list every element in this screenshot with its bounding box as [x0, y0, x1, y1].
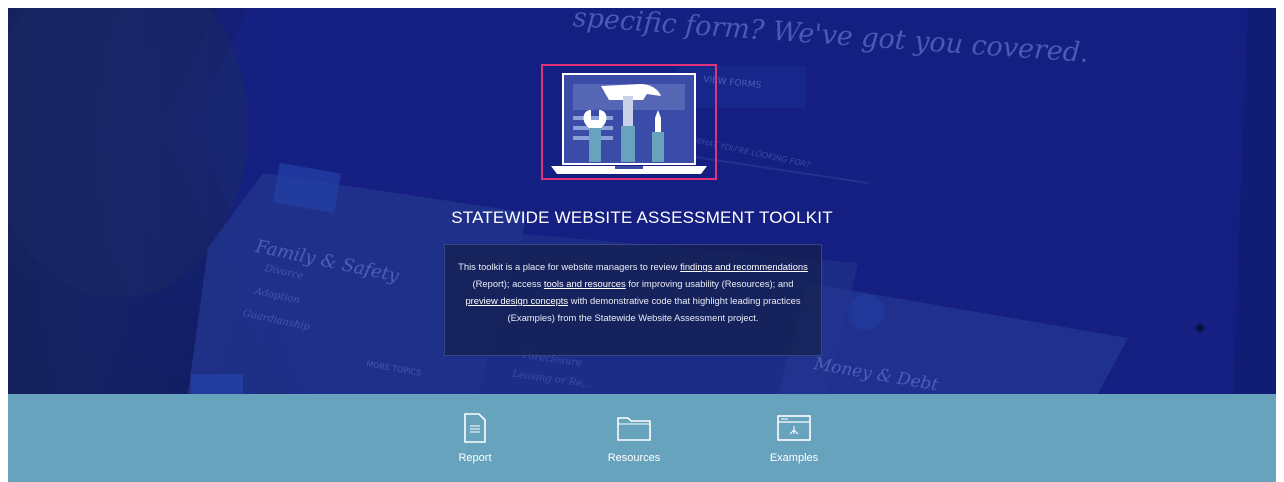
page-frame: specific form? We've got you covered. VI…: [8, 8, 1276, 482]
toolkit-logo: [541, 64, 717, 180]
findings-link[interactable]: findings and recommendations: [680, 261, 808, 272]
tools-resources-link[interactable]: tools and resources: [544, 278, 626, 289]
preview-design-link[interactable]: preview design concepts: [465, 295, 568, 306]
nav-label-resources: Resources: [607, 452, 661, 464]
toolkit-title: STATEWIDE WEBSITE ASSESSMENT TOOLKIT: [451, 208, 833, 227]
description-text: This toolkit is a place for website mana…: [458, 261, 681, 272]
hero-banner: specific form? We've got you covered. VI…: [8, 8, 1276, 394]
nav-label-examples: Examples: [769, 452, 819, 464]
bottom-nav: Report Resources Examples: [8, 394, 1276, 482]
document-icon: [464, 413, 486, 443]
nav-item-examples[interactable]: Examples: [749, 412, 839, 472]
browser-window-icon: [777, 415, 811, 441]
folder-icon: [617, 417, 651, 441]
nav-item-report[interactable]: Report: [430, 412, 520, 472]
toolkit-description: This toolkit is a place for website mana…: [444, 244, 822, 356]
tools-laptop-icon: [551, 73, 707, 174]
description-text: (Report); access: [472, 278, 544, 289]
description-text: for improving usability (Resources); and: [625, 278, 794, 289]
nav-item-resources[interactable]: Resources: [589, 412, 679, 472]
nav-label-report: Report: [458, 452, 492, 464]
